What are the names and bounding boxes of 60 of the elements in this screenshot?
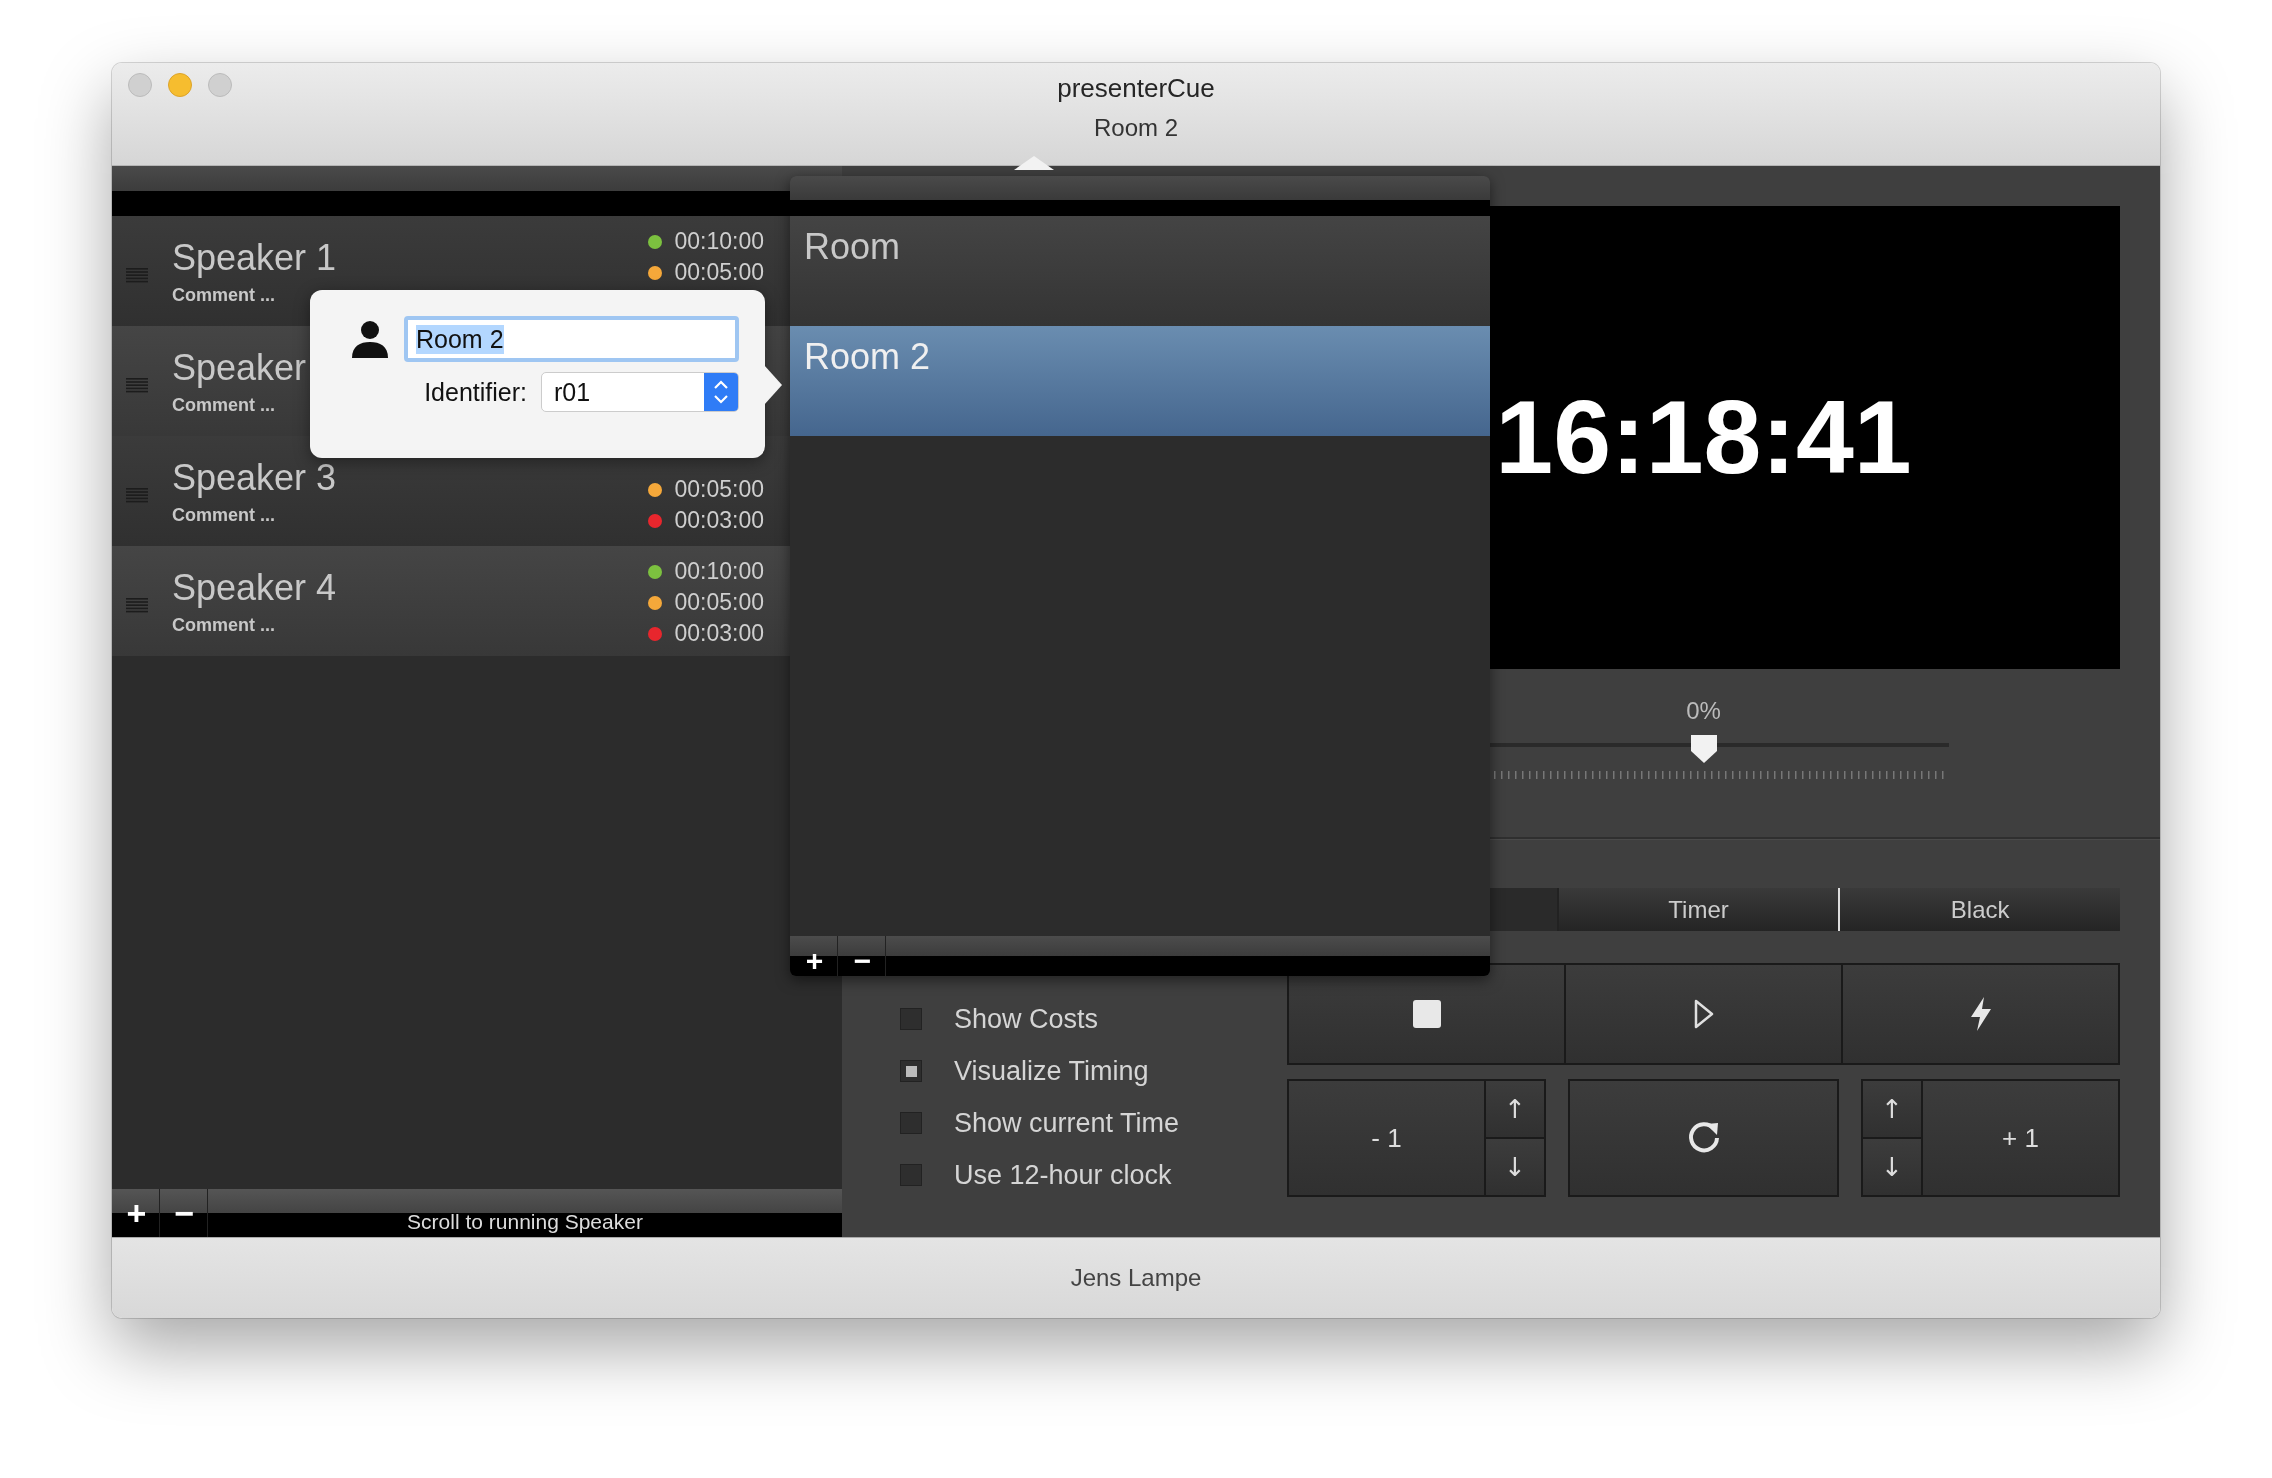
drag-handle-icon[interactable]	[126, 378, 148, 394]
option-label: Use 12-hour clock	[954, 1159, 1172, 1191]
duration-text: 00:05:00	[674, 259, 764, 286]
room-selector[interactable]: Room 2	[1093, 114, 1178, 142]
room-row[interactable]: Room 2	[790, 326, 1490, 436]
speaker-name: Speaker 3	[172, 456, 338, 499]
identifier-stepper[interactable]: r01	[541, 372, 739, 412]
speaker-name: Speaker	[172, 346, 308, 389]
minus-button[interactable]: - 1	[1289, 1081, 1484, 1195]
duration-text: 00:03:00	[674, 507, 764, 534]
duration-text: 00:03:00	[674, 620, 764, 647]
slider-thumb[interactable]	[1688, 733, 1719, 765]
speaker-comment: Comment ...	[172, 504, 275, 526]
slider-reading: 0%	[1686, 697, 1721, 725]
checkbox[interactable]	[900, 1008, 922, 1030]
minimize-button[interactable]	[168, 73, 192, 97]
room-row[interactable]: Room	[790, 216, 1490, 326]
identifier-label: Identifier:	[424, 377, 527, 407]
speaker-comment: Comment ...	[172, 614, 275, 636]
status-text: Jens Lampe	[1070, 1264, 1202, 1292]
mode-tab[interactable]: Black	[1838, 888, 2120, 931]
reset-button[interactable]	[1568, 1079, 1839, 1197]
scroll-button[interactable]: Scroll to running Speaker	[210, 1189, 840, 1237]
speaker-name: Speaker 1	[172, 236, 338, 279]
stop-icon	[1411, 999, 1442, 1029]
option-label: Visualize Timing	[954, 1055, 1149, 1087]
up-button[interactable]: ↑	[1863, 1081, 1921, 1139]
up-button[interactable]: ↑	[1486, 1081, 1544, 1139]
stop-button[interactable]	[1289, 965, 1566, 1063]
duration-text: 00:10:00	[674, 558, 764, 585]
down-button[interactable]: ↓	[1863, 1139, 1921, 1195]
remove-button[interactable]: −	[840, 936, 886, 976]
duration-text: 00:10:00	[674, 228, 764, 255]
drag-handle-icon[interactable]	[126, 268, 148, 284]
duration-text: 00:05:00	[674, 476, 764, 503]
checkbox[interactable]	[900, 1112, 922, 1134]
drag-handle-icon[interactable]	[126, 488, 148, 504]
person-icon	[350, 320, 390, 358]
option-label: Show Costs	[954, 1003, 1099, 1035]
zoom-button[interactable]	[208, 73, 232, 97]
down-button[interactable]: ↓	[1486, 1139, 1544, 1195]
window-title: presenterCue	[1057, 73, 1215, 104]
plus-button[interactable]: + 1	[1923, 1081, 2118, 1195]
duration-text: 00:05:00	[674, 589, 764, 616]
flash-button[interactable]	[1843, 965, 2118, 1063]
checkbox[interactable]	[900, 1060, 922, 1082]
speaker-comment: Comment ...	[172, 394, 275, 416]
checkbox[interactable]	[900, 1164, 922, 1186]
room-name-field[interactable]: Room 2	[404, 316, 739, 362]
option-label: Show current Time	[954, 1107, 1180, 1139]
speaker-name: Speaker 4	[172, 566, 338, 609]
stepper-arrows-icon	[704, 373, 738, 411]
clock-text: 16:18:41	[1495, 378, 1912, 497]
popup-arrow-icon	[1014, 156, 1054, 170]
play-icon	[1692, 998, 1715, 1030]
close-button[interactable]	[128, 73, 152, 97]
speaker-comment: Comment ...	[172, 284, 275, 306]
add-button[interactable]: +	[792, 936, 838, 976]
drag-handle-icon[interactable]	[126, 598, 148, 614]
mode-tab[interactable]: Timer	[1556, 888, 1839, 931]
